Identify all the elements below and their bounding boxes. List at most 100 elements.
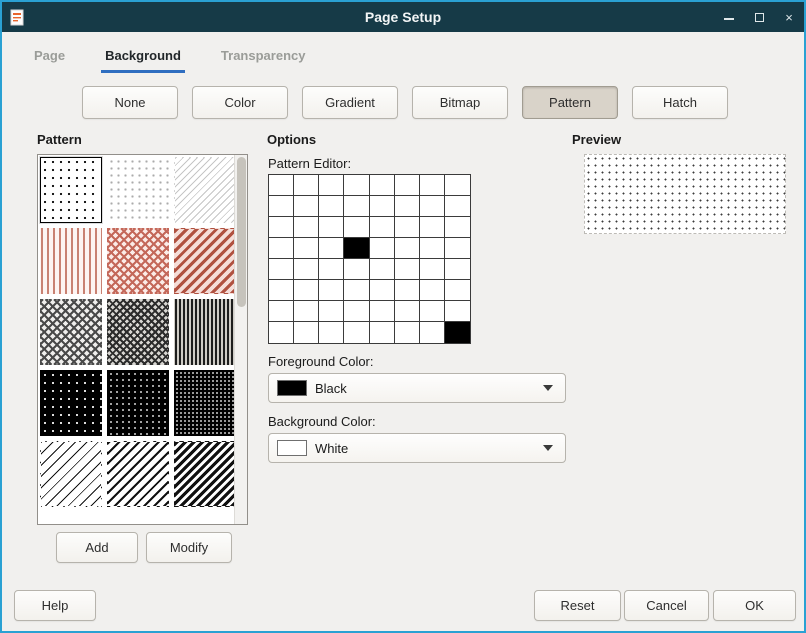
editor-cell-3-0[interactable] <box>269 238 294 259</box>
editor-cell-2-1[interactable] <box>294 217 319 238</box>
editor-cell-1-3[interactable] <box>344 196 369 217</box>
help-button[interactable]: Help <box>14 590 96 621</box>
foreground-color-dropdown[interactable]: Black <box>268 373 566 403</box>
editor-cell-0-2[interactable] <box>319 175 344 196</box>
editor-cell-2-7[interactable] <box>445 217 470 238</box>
pattern-swatch-black-fine[interactable] <box>174 370 236 436</box>
pattern-swatch-net-gray[interactable] <box>40 299 102 365</box>
editor-cell-3-1[interactable] <box>294 238 319 259</box>
editor-cell-3-7[interactable] <box>445 238 470 259</box>
editor-cell-0-4[interactable] <box>370 175 395 196</box>
editor-cell-4-6[interactable] <box>420 259 445 280</box>
editor-cell-3-5[interactable] <box>395 238 420 259</box>
editor-cell-2-2[interactable] <box>319 217 344 238</box>
editor-cell-3-3[interactable] <box>344 238 369 259</box>
pattern-swatch-black-dots[interactable] <box>40 370 102 436</box>
editor-cell-4-3[interactable] <box>344 259 369 280</box>
minimize-icon[interactable] <box>722 11 736 24</box>
pattern-swatch-cross-red[interactable] <box>107 228 169 294</box>
editor-cell-6-6[interactable] <box>420 301 445 322</box>
editor-cell-5-4[interactable] <box>370 280 395 301</box>
tab-background[interactable]: Background <box>101 44 185 73</box>
pattern-list-scrollbar[interactable] <box>234 155 247 524</box>
editor-cell-5-0[interactable] <box>269 280 294 301</box>
editor-cell-1-5[interactable] <box>395 196 420 217</box>
fill-hatch-button[interactable]: Hatch <box>632 86 728 119</box>
editor-cell-2-5[interactable] <box>395 217 420 238</box>
editor-cell-4-5[interactable] <box>395 259 420 280</box>
restore-icon[interactable] <box>752 11 766 24</box>
editor-cell-0-5[interactable] <box>395 175 420 196</box>
pattern-swatch-diag-light[interactable] <box>174 157 236 223</box>
close-icon[interactable]: × <box>782 11 796 24</box>
scrollbar-thumb[interactable] <box>237 157 246 307</box>
pattern-swatch-dots-sparse[interactable] <box>40 157 102 223</box>
editor-cell-1-1[interactable] <box>294 196 319 217</box>
add-button[interactable]: Add <box>56 532 138 563</box>
titlebar[interactable]: Page Setup × <box>2 2 804 32</box>
editor-cell-1-0[interactable] <box>269 196 294 217</box>
editor-cell-1-7[interactable] <box>445 196 470 217</box>
editor-cell-6-1[interactable] <box>294 301 319 322</box>
editor-cell-6-4[interactable] <box>370 301 395 322</box>
editor-cell-2-3[interactable] <box>344 217 369 238</box>
editor-cell-6-0[interactable] <box>269 301 294 322</box>
editor-cell-6-5[interactable] <box>395 301 420 322</box>
tab-transparency[interactable]: Transparency <box>217 44 310 73</box>
pattern-swatch-black-dense[interactable] <box>107 370 169 436</box>
editor-cell-7-0[interactable] <box>269 322 294 343</box>
fill-gradient-button[interactable]: Gradient <box>302 86 398 119</box>
editor-cell-6-7[interactable] <box>445 301 470 322</box>
editor-cell-5-6[interactable] <box>420 280 445 301</box>
modify-button[interactable]: Modify <box>146 532 232 563</box>
pattern-swatch-diag-red[interactable] <box>174 228 236 294</box>
editor-cell-7-6[interactable] <box>420 322 445 343</box>
editor-cell-7-1[interactable] <box>294 322 319 343</box>
editor-cell-4-0[interactable] <box>269 259 294 280</box>
pattern-editor-grid[interactable] <box>268 174 471 344</box>
editor-cell-3-2[interactable] <box>319 238 344 259</box>
background-color-dropdown[interactable]: White <box>268 433 566 463</box>
pattern-swatch-stripes-dark[interactable] <box>174 299 236 365</box>
fill-pattern-button[interactable]: Pattern <box>522 86 618 119</box>
editor-cell-0-1[interactable] <box>294 175 319 196</box>
editor-cell-1-2[interactable] <box>319 196 344 217</box>
editor-cell-2-6[interactable] <box>420 217 445 238</box>
editor-cell-7-7[interactable] <box>445 322 470 343</box>
pattern-swatch-diag-med[interactable] <box>107 441 169 507</box>
editor-cell-2-0[interactable] <box>269 217 294 238</box>
editor-cell-1-6[interactable] <box>420 196 445 217</box>
pattern-swatch-stripes-red[interactable] <box>40 228 102 294</box>
editor-cell-6-2[interactable] <box>319 301 344 322</box>
editor-cell-0-0[interactable] <box>269 175 294 196</box>
fill-bitmap-button[interactable]: Bitmap <box>412 86 508 119</box>
editor-cell-7-4[interactable] <box>370 322 395 343</box>
editor-cell-0-3[interactable] <box>344 175 369 196</box>
editor-cell-4-2[interactable] <box>319 259 344 280</box>
editor-cell-5-5[interactable] <box>395 280 420 301</box>
editor-cell-1-4[interactable] <box>370 196 395 217</box>
editor-cell-0-6[interactable] <box>420 175 445 196</box>
editor-cell-7-2[interactable] <box>319 322 344 343</box>
reset-button[interactable]: Reset <box>534 590 621 621</box>
editor-cell-5-7[interactable] <box>445 280 470 301</box>
cancel-button[interactable]: Cancel <box>624 590 709 621</box>
editor-cell-5-2[interactable] <box>319 280 344 301</box>
editor-cell-2-4[interactable] <box>370 217 395 238</box>
pattern-swatch-diag-dense[interactable] <box>174 441 236 507</box>
editor-cell-4-7[interactable] <box>445 259 470 280</box>
editor-cell-5-3[interactable] <box>344 280 369 301</box>
editor-cell-0-7[interactable] <box>445 175 470 196</box>
pattern-swatch-dots-faint[interactable] <box>107 157 169 223</box>
editor-cell-3-6[interactable] <box>420 238 445 259</box>
pattern-swatch-net-dark[interactable] <box>107 299 169 365</box>
fill-none-button[interactable]: None <box>82 86 178 119</box>
editor-cell-6-3[interactable] <box>344 301 369 322</box>
fill-color-button[interactable]: Color <box>192 86 288 119</box>
editor-cell-7-3[interactable] <box>344 322 369 343</box>
editor-cell-7-5[interactable] <box>395 322 420 343</box>
ok-button[interactable]: OK <box>713 590 796 621</box>
pattern-swatch-diag-thin[interactable] <box>40 441 102 507</box>
editor-cell-3-4[interactable] <box>370 238 395 259</box>
editor-cell-4-1[interactable] <box>294 259 319 280</box>
